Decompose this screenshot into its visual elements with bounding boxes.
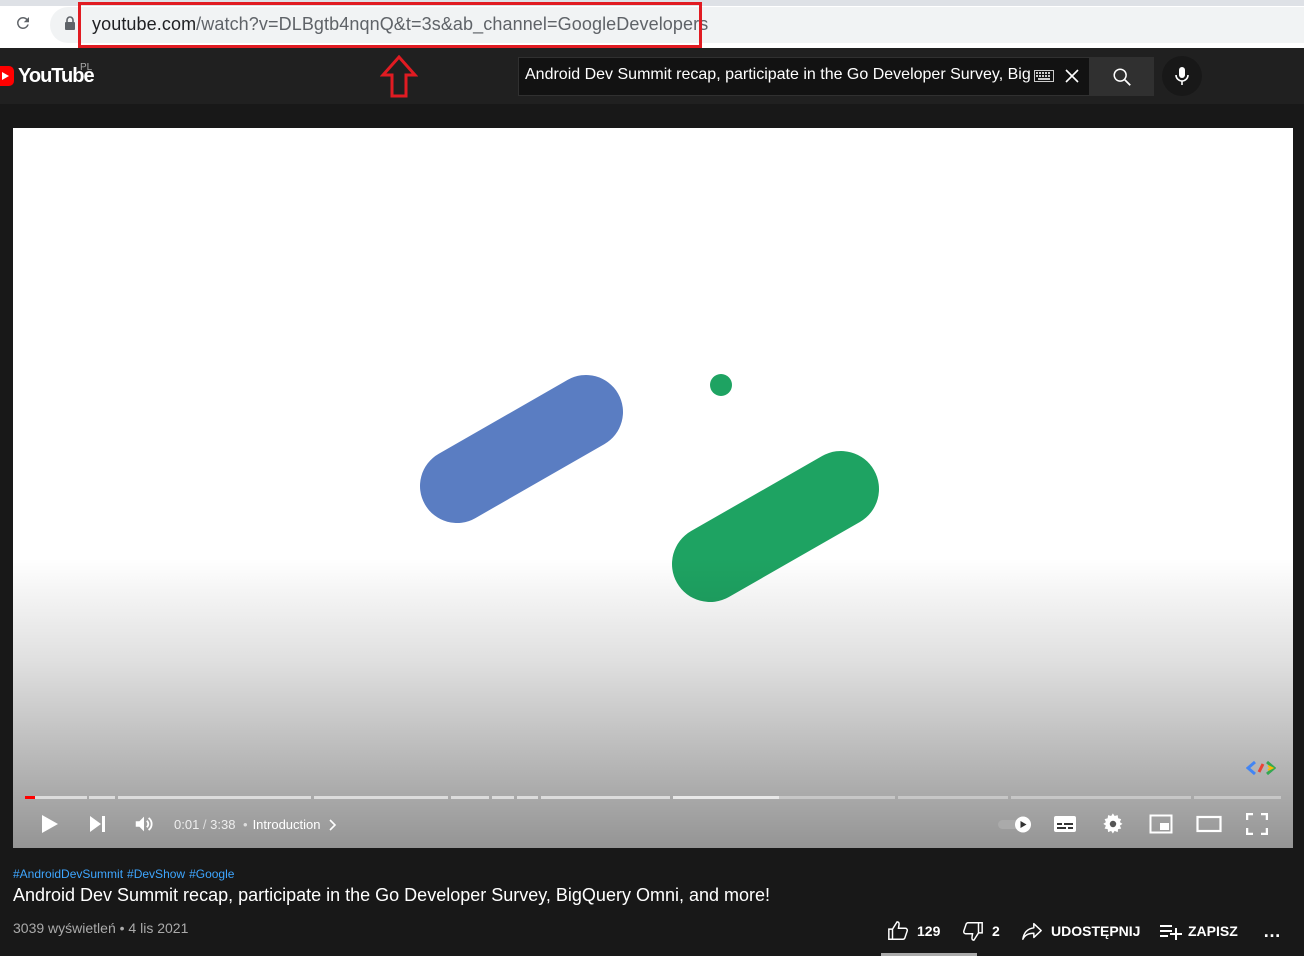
theater-icon (1196, 815, 1222, 833)
autoplay-toggle[interactable] (995, 813, 1035, 835)
video-title: Android Dev Summit recap, participate in… (13, 885, 771, 905)
time-separator: / (199, 817, 211, 832)
microphone-icon (1175, 67, 1189, 85)
green-pill-shape (672, 451, 879, 602)
chapter-segment[interactable] (314, 796, 448, 799)
save-label: ZAPISZ (1188, 923, 1238, 939)
voice-search-button[interactable] (1162, 56, 1202, 96)
theater-mode-button[interactable] (1194, 812, 1224, 836)
subtitles-button[interactable] (1051, 812, 1079, 836)
video-meta: 3039 wyświetleń • 4 lis 2021 (13, 920, 188, 936)
chapter-title-button[interactable]: • Introduction (243, 817, 339, 832)
thumbs-down-icon (962, 922, 983, 941)
lock-icon[interactable] (64, 16, 76, 35)
more-horiz-icon: … (1263, 920, 1281, 941)
reload-icon[interactable] (12, 12, 34, 34)
play-button[interactable] (35, 812, 63, 836)
thumbs-up-icon (888, 921, 909, 940)
next-button[interactable] (85, 812, 109, 836)
progress-bar[interactable] (25, 796, 1281, 799)
time-display: 0:01 / 3:38 (174, 817, 235, 832)
like-count: 129 (917, 923, 941, 939)
duration: 3:38 (210, 817, 236, 832)
fullscreen-icon (1246, 813, 1268, 835)
chapter-segment[interactable] (451, 796, 489, 799)
video-player[interactable]: 0:01 / 3:38 • Introduction (13, 128, 1293, 848)
more-actions-button[interactable]: … (1263, 916, 1281, 946)
autoplay-icon (998, 816, 1031, 833)
search-query-text[interactable]: Android Dev Summit recap, participate in… (525, 66, 1030, 84)
chapter-segment[interactable] (492, 796, 514, 799)
hashtag-link[interactable]: #AndroidDevSummit (13, 867, 123, 881)
upload-date: 4 lis 2021 (128, 920, 189, 936)
controls-gradient (13, 558, 1293, 848)
mute-button[interactable] (131, 811, 157, 837)
share-button[interactable]: UDOSTĘPNIJ (1021, 916, 1140, 946)
chapter-dot: • (243, 817, 248, 832)
search-icon (1113, 67, 1131, 86)
chapter-segment[interactable] (1011, 796, 1191, 799)
blue-pill-shape (420, 375, 623, 523)
fullscreen-button[interactable] (1243, 812, 1271, 836)
chevron-right-icon (328, 818, 336, 831)
view-count: 3039 wyświetleń (13, 920, 116, 936)
played-fill (25, 796, 35, 799)
playlist-add-icon (1160, 925, 1182, 940)
share-label: UDOSTĘPNIJ (1051, 923, 1141, 939)
gear-icon (1103, 813, 1123, 834)
meta-separator: • (115, 920, 129, 936)
region-code: PL (80, 62, 93, 73)
url-highlight-annotation (78, 2, 702, 48)
keyboard-icon[interactable] (1034, 69, 1054, 87)
chapter-segment[interactable] (517, 796, 538, 799)
play-icon (42, 815, 58, 833)
buffered-fill (673, 796, 779, 799)
chapter-segment[interactable] (118, 796, 311, 799)
save-button[interactable]: ZAPISZ (1158, 916, 1238, 946)
hashtag-link[interactable]: #DevShow (127, 867, 185, 881)
chapter-segment[interactable] (541, 796, 670, 799)
miniplayer-icon (1149, 814, 1173, 834)
subtitles-icon (1054, 816, 1076, 832)
youtube-play-icon (0, 66, 14, 86)
miniplayer-button[interactable] (1147, 812, 1175, 836)
chapter-segment[interactable] (1194, 796, 1281, 799)
up-arrow-annotation-icon (379, 54, 419, 104)
dislike-button[interactable]: 2 (962, 916, 1000, 946)
dislike-count: 2 (992, 923, 1000, 939)
skip-next-icon (90, 816, 105, 832)
current-time: 0:01 (174, 817, 200, 832)
close-icon[interactable] (1063, 67, 1081, 90)
settings-button[interactable] (1099, 811, 1127, 837)
chapter-segment[interactable] (89, 796, 115, 799)
like-button[interactable]: 129 (887, 916, 940, 946)
volume-icon (135, 816, 153, 832)
chapter-segment[interactable] (898, 796, 1008, 799)
green-dot-shape (710, 374, 732, 396)
hashtag-list: #AndroidDevSummit #DevShow #Google (13, 867, 238, 881)
search-button[interactable] (1090, 57, 1154, 96)
share-icon (1022, 922, 1042, 940)
chapter-label: Introduction (252, 817, 321, 832)
google-developers-watermark-icon[interactable] (1245, 760, 1277, 781)
hashtag-link[interactable]: #Google (189, 867, 234, 881)
